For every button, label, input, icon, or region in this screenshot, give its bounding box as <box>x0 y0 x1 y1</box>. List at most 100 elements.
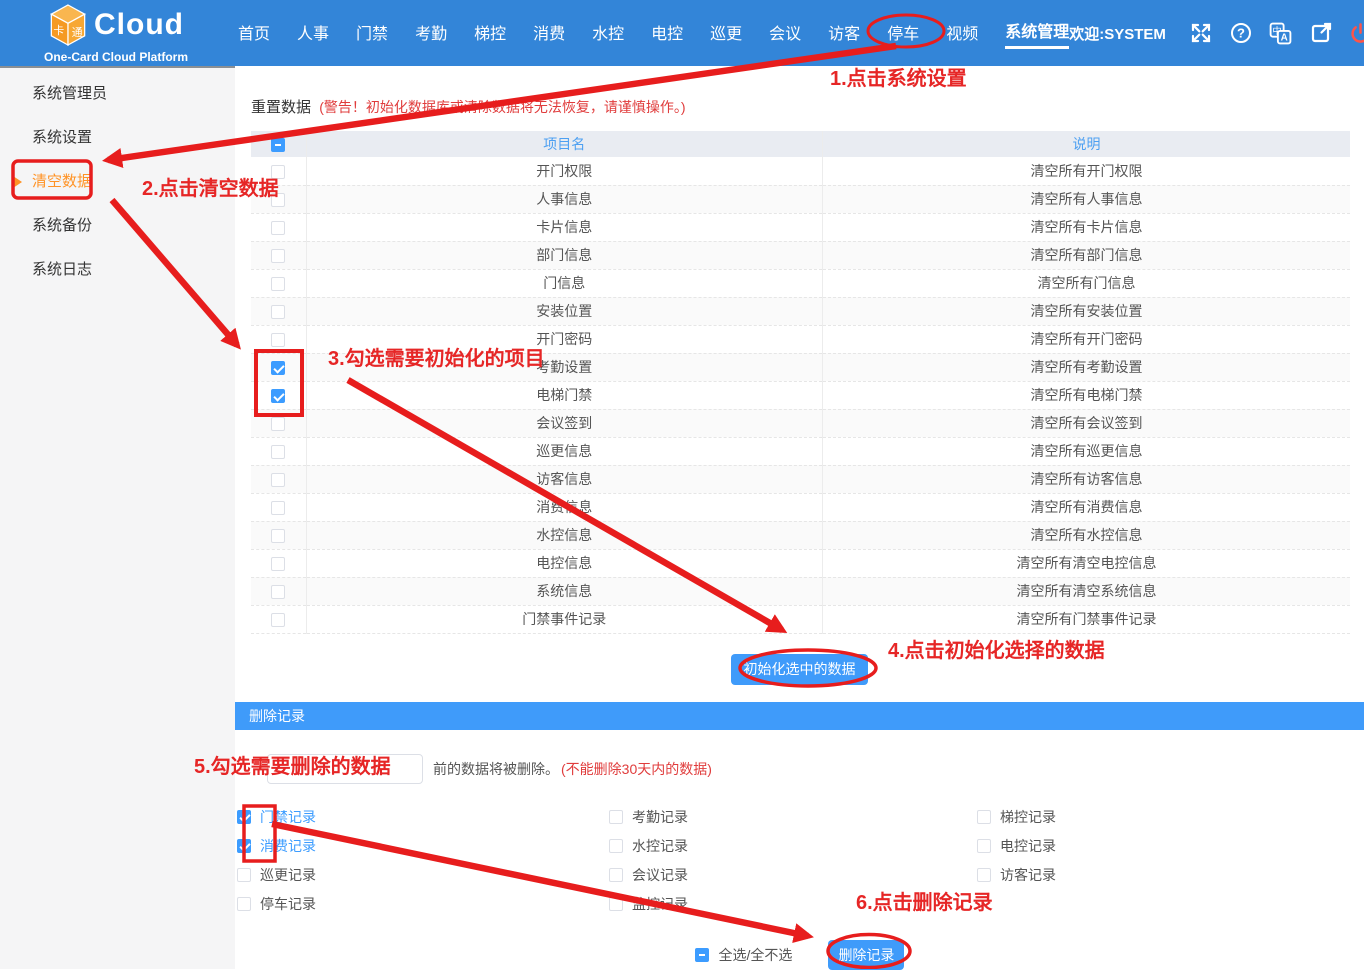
option-label: 巡更记录 <box>260 865 316 885</box>
delete-option: 电控记录 <box>977 838 1364 854</box>
option-label: 停车记录 <box>260 894 316 914</box>
svg-text:卡: 卡 <box>53 24 64 37</box>
delete-records-bar: 删除记录 <box>235 702 1364 730</box>
row-checkbox[interactable] <box>271 193 285 207</box>
main-nav: 首页 人事 门禁 考勤 梯控 消费 水控 电控 巡更 会议 访客 停车 视频 系统管理 <box>238 18 1069 49</box>
nav-item[interactable]: 会议 <box>769 20 801 46</box>
table-row: 电控信息清空所有清空电控信息 <box>251 549 1350 577</box>
brand-name: Cloud <box>94 10 184 40</box>
row-checkbox[interactable] <box>271 557 285 571</box>
option-checkbox[interactable] <box>237 810 251 824</box>
table-row: 安装位置清空所有安装位置 <box>251 297 1350 325</box>
row-checkbox[interactable] <box>271 585 285 599</box>
row-checkbox[interactable] <box>271 445 285 459</box>
nav-item[interactable]: 梯控 <box>474 20 506 46</box>
table-row: 考勤设置清空所有考勤设置 <box>251 353 1350 381</box>
item-name: 消费信息 <box>306 493 823 521</box>
row-checkbox[interactable] <box>271 389 285 403</box>
nav-item[interactable]: 人事 <box>297 20 329 46</box>
item-desc: 清空所有门禁事件记录 <box>823 605 1350 633</box>
delete-actions-row: 全选/全不选 删除记录 <box>235 940 1364 970</box>
row-checkbox[interactable] <box>271 249 285 263</box>
column-header-name: 项目名 <box>306 131 823 157</box>
select-all-label: 全选/全不选 <box>719 945 793 965</box>
nav-item-active[interactable]: 系统管理 <box>1005 18 1069 49</box>
row-checkbox[interactable] <box>271 501 285 515</box>
row-checkbox[interactable] <box>271 221 285 235</box>
active-triangle-icon <box>13 176 22 188</box>
option-label: 梯控记录 <box>1000 807 1056 827</box>
row-checkbox[interactable] <box>271 473 285 487</box>
item-desc: 清空所有安装位置 <box>823 297 1350 325</box>
svg-text:?: ? <box>1237 26 1245 41</box>
row-checkbox[interactable] <box>271 417 285 431</box>
select-all-rows-checkbox[interactable] <box>271 138 285 152</box>
option-checkbox[interactable] <box>609 810 623 824</box>
new-window-icon[interactable] <box>1308 20 1334 46</box>
table-row: 人事信息清空所有人事信息 <box>251 185 1350 213</box>
table-row: 门禁事件记录清空所有门禁事件记录 <box>251 605 1350 633</box>
nav-item[interactable]: 水控 <box>592 20 624 46</box>
delete-record-options: 门禁记录考勤记录梯控记录消费记录水控记录电控记录巡更记录会议记录访客记录停车记录… <box>237 809 1364 912</box>
item-desc: 清空所有清空电控信息 <box>823 549 1350 577</box>
nav-item[interactable]: 考勤 <box>415 20 447 46</box>
option-checkbox[interactable] <box>609 897 623 911</box>
option-checkbox[interactable] <box>977 810 991 824</box>
sidebar-item[interactable]: 系统日志 <box>0 248 235 292</box>
translate-icon[interactable]: 中 A <box>1268 20 1294 46</box>
delete-option: 梯控记录 <box>977 809 1364 825</box>
item-desc: 清空所有消费信息 <box>823 493 1350 521</box>
sidebar: 系统管理员系统设置清空数据系统备份系统日志 <box>0 66 235 969</box>
option-checkbox[interactable] <box>237 839 251 853</box>
delete-before-date-input[interactable] <box>267 754 423 784</box>
sidebar-item[interactable]: 系统管理员 <box>0 72 235 116</box>
row-checkbox[interactable] <box>271 613 285 627</box>
nav-item[interactable]: 电控 <box>651 20 683 46</box>
option-checkbox[interactable] <box>609 839 623 853</box>
nav-item[interactable]: 消费 <box>533 20 565 46</box>
nav-item[interactable]: 访客 <box>828 20 860 46</box>
option-checkbox[interactable] <box>609 868 623 882</box>
row-checkbox[interactable] <box>271 277 285 291</box>
sidebar-item-active[interactable]: 清空数据 <box>0 160 235 204</box>
delete-option: 水控记录 <box>609 838 977 854</box>
delete-records-button[interactable]: 删除记录 <box>828 940 904 970</box>
item-name: 会议签到 <box>306 409 823 437</box>
delete-option: 巡更记录 <box>237 867 609 883</box>
column-header-desc: 说明 <box>823 131 1350 157</box>
row-checkbox[interactable] <box>271 305 285 319</box>
table-row: 开门密码清空所有开门密码 <box>251 325 1350 353</box>
select-all-options-checkbox[interactable] <box>695 948 709 962</box>
help-icon[interactable]: ? <box>1228 20 1254 46</box>
initialize-selected-button[interactable]: 初始化选中的数据 <box>731 654 868 685</box>
row-checkbox[interactable] <box>271 529 285 543</box>
item-name: 电梯门禁 <box>306 381 823 409</box>
nav-item[interactable]: 停车 <box>887 20 919 46</box>
main-content: 重置数据 (警告！初始化数据库或清除数据将无法恢复，请谨慎操作。) 项目名 说明… <box>235 66 1364 969</box>
power-icon[interactable] <box>1348 20 1364 46</box>
nav-item[interactable]: 视频 <box>946 20 978 46</box>
delete-option: 访客记录 <box>977 867 1364 883</box>
option-label: 考勤记录 <box>632 807 688 827</box>
option-checkbox[interactable] <box>977 839 991 853</box>
row-checkbox[interactable] <box>271 165 285 179</box>
nav-item[interactable]: 巡更 <box>710 20 742 46</box>
table-row: 消费信息清空所有消费信息 <box>251 493 1350 521</box>
option-label: 监控记录 <box>632 894 688 914</box>
delete-option: 门禁记录 <box>237 809 609 825</box>
delete-option: 会议记录 <box>609 867 977 883</box>
option-checkbox[interactable] <box>977 868 991 882</box>
sidebar-item[interactable]: 系统备份 <box>0 204 235 248</box>
table-row: 系统信息清空所有清空系统信息 <box>251 577 1350 605</box>
delete-option: 监控记录 <box>609 896 977 912</box>
sidebar-item[interactable]: 系统设置 <box>0 116 235 160</box>
option-checkbox[interactable] <box>237 868 251 882</box>
row-checkbox[interactable] <box>271 333 285 347</box>
option-checkbox[interactable] <box>237 897 251 911</box>
row-checkbox[interactable] <box>271 361 285 375</box>
nav-item[interactable]: 首页 <box>238 20 270 46</box>
item-name: 部门信息 <box>306 241 823 269</box>
nav-item[interactable]: 门禁 <box>356 20 388 46</box>
table-row: 开门权限清空所有开门权限 <box>251 157 1350 185</box>
fullscreen-icon[interactable] <box>1188 20 1214 46</box>
